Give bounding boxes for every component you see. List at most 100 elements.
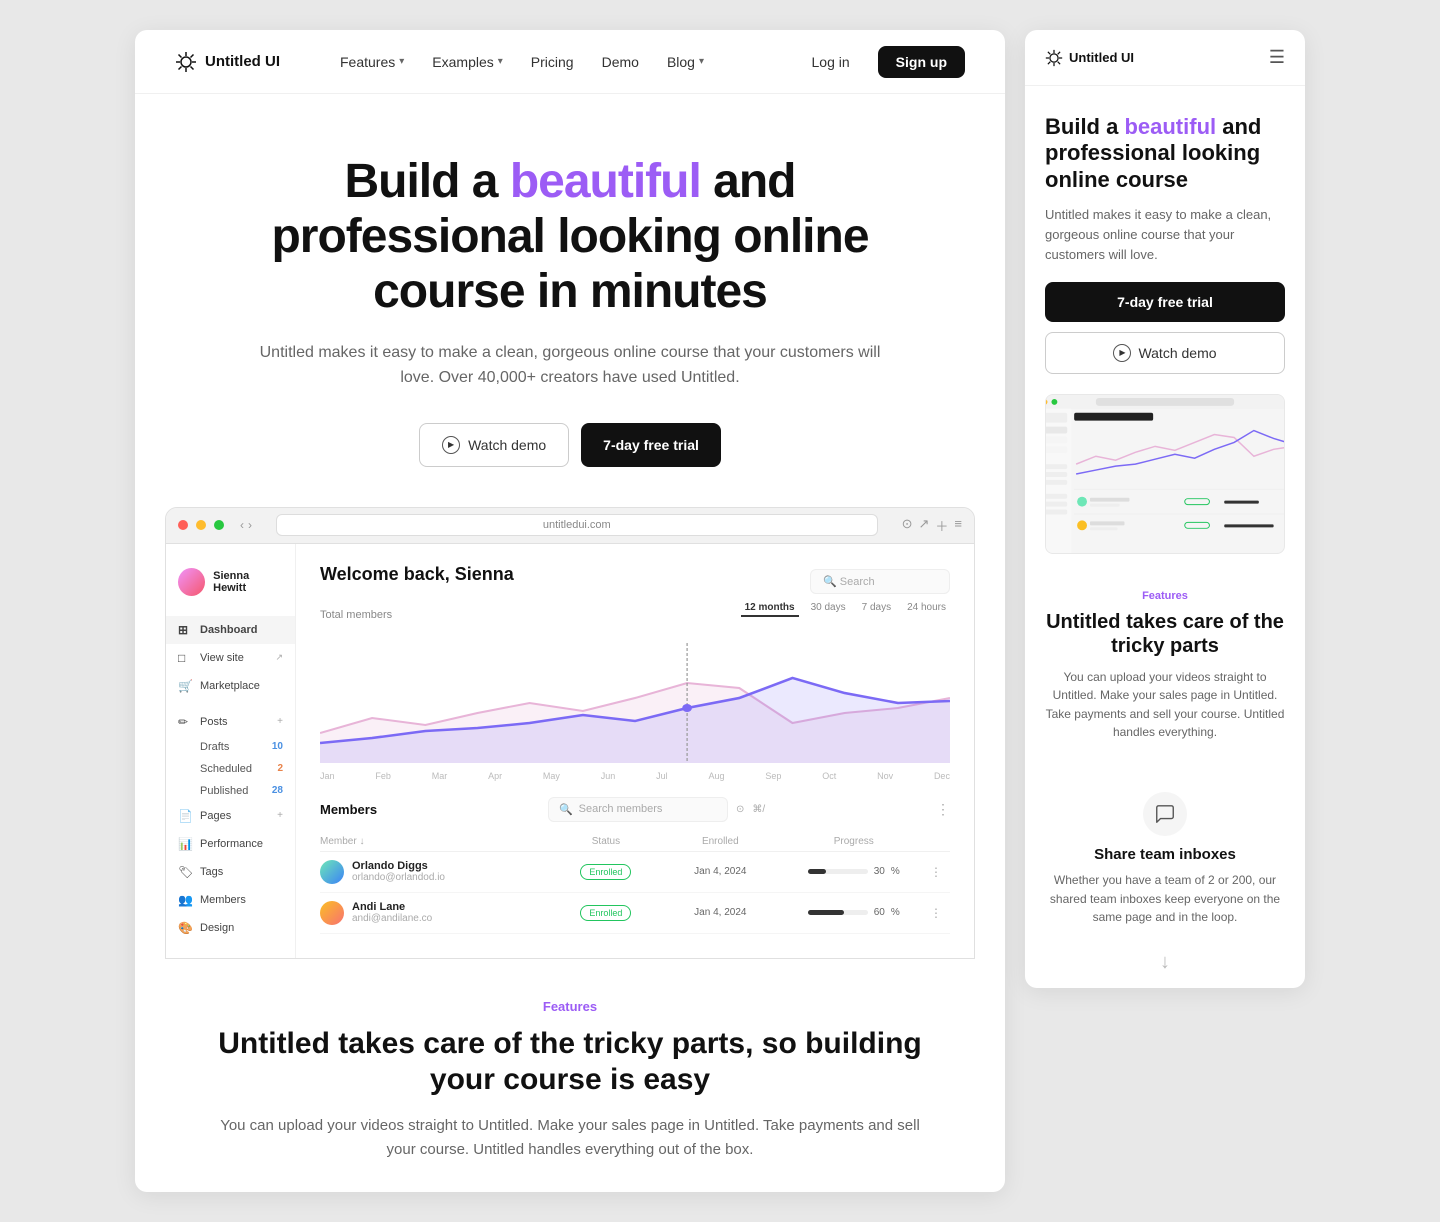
sidebar-item-members[interactable]: 👥 Members [166,886,295,914]
chart-area [320,643,950,763]
col-header-status: Status [549,836,663,847]
col-header-enrolled: Enrolled [663,836,777,847]
sidebar-item-posts[interactable]: ✏ Posts + [166,708,295,736]
filter-24hours[interactable]: 24 hours [903,600,950,617]
sidebar-item-pages[interactable]: 📄 Pages + [166,802,295,830]
rp-logo-icon [1045,49,1063,67]
login-button[interactable]: Log in [794,46,868,78]
nav-pricing[interactable]: Pricing [531,54,574,70]
nav-features[interactable]: Features ▾ [340,54,404,70]
rp-navbar: Untitled UI ☰ [1025,30,1305,86]
member-status-2: Enrolled [549,905,663,921]
col-header-member: Member ↓ [320,836,549,847]
row-options-1[interactable]: ⋮ [930,865,950,879]
sidebar-item-performance[interactable]: 📊 Performance [166,830,295,858]
member-progress-1: 30% [778,866,931,877]
nav-examples[interactable]: Examples ▾ [432,54,503,70]
table-row: Orlando Diggs orlando@orlandod.io Enroll… [320,852,950,893]
sidebar-item-dashboard[interactable]: ⊞ Dashboard [166,616,295,644]
sidebar-child-published[interactable]: Published 28 [166,780,295,802]
navbar: Untitled UI Features ▾ Examples ▾ Pricin… [135,30,1005,94]
dashboard-content: Sienna Hewitt ⊞ Dashboard □ View site ↗ … [166,544,974,958]
features-title: Untitled takes care of the tricky parts,… [215,1026,925,1098]
share-inbox-desc: Whether you have a team of 2 or 200, our… [1045,871,1285,927]
member-info-2: Andi Lane andi@andilane.co [320,901,549,925]
rp-mockup-svg [1046,395,1284,553]
rp-hero-title: Build a beautiful and professional looki… [1045,114,1285,193]
rp-features-title: Untitled takes care of the tricky parts [1045,610,1285,658]
right-panel: Untitled UI ☰ Build a beautiful and prof… [1025,30,1305,988]
browser-bar: ‹› untitledui.com ⊙↗＋≡ [166,508,974,544]
time-filters: 12 months 30 days 7 days 24 hours [741,600,950,617]
sidebar-user: Sienna Hewitt [166,560,295,604]
browser-dot-yellow [196,520,206,530]
dashboard-mockup: ‹› untitledui.com ⊙↗＋≡ Sienna Hewitt ⊞ D… [165,507,975,959]
sidebar-item-tags[interactable]: 🏷 Tags [166,858,295,886]
members-icon: 👥 [178,893,192,907]
rp-mockup [1045,394,1285,554]
rp-watch-button[interactable]: ▶ Watch demo [1045,332,1285,374]
rp-brand-name: Untitled UI [1069,50,1134,65]
hero-title: Build a beautiful and professional looki… [255,154,885,320]
browser-dot-red [178,520,188,530]
watch-demo-button[interactable]: ▶ Watch demo [419,423,569,467]
rp-trial-button[interactable]: 7-day free trial [1045,282,1285,322]
dashboard-icon: ⊞ [178,623,192,637]
row-options-2[interactable]: ⋮ [930,906,950,920]
sidebar-item-design[interactable]: 🎨 Design [166,914,295,942]
rp-hero: Build a beautiful and professional looki… [1025,86,1305,394]
dashboard-search[interactable]: 🔍 Search [810,569,950,594]
members-title: Members [320,802,377,817]
member-progress-2: 60% [778,907,931,918]
logo[interactable]: Untitled UI [175,51,280,73]
search-members[interactable]: 🔍 Search members [548,797,728,822]
member-status-1: Enrolled [549,864,663,880]
performance-icon: 📊 [178,837,192,851]
hamburger-icon[interactable]: ☰ [1269,47,1285,68]
member-email-1: orlando@orlandod.io [352,872,445,883]
filter-30days[interactable]: 30 days [807,600,850,617]
chart-svg [320,643,950,763]
member-name-2: Andi Lane [352,901,432,913]
sidebar-child-drafts[interactable]: Drafts 10 [166,736,295,758]
sidebar-posts-section: ✏ Posts + Drafts 10 Scheduled 2 Publishe… [166,708,295,802]
more-options-icon[interactable]: ⋮ [936,801,950,818]
member-email-2: andi@andilane.co [352,913,432,924]
sidebar-child-scheduled[interactable]: Scheduled 2 [166,758,295,780]
share-inbox-title: Share team inboxes [1045,846,1285,863]
design-icon: 🎨 [178,921,192,935]
tags-icon: 🏷 [178,865,192,879]
rp-logo: Untitled UI [1045,49,1134,67]
rp-features-section: Features Untitled takes care of the tric… [1025,574,1305,782]
posts-icon: ✏ [178,715,192,729]
sidebar-item-marketplace[interactable]: 🛒 Marketplace [166,672,295,700]
filter-icon[interactable]: ⊙ [736,804,744,815]
nav-links: Features ▾ Examples ▾ Pricing Demo Blog … [340,54,704,70]
dashboard-main: Welcome back, Sienna 🔍 Search Total memb… [296,544,974,958]
trial-button[interactable]: 7-day free trial [581,423,721,467]
logo-icon [175,51,197,73]
filter-7days[interactable]: 7 days [858,600,895,617]
member-enrolled-1: Jan 4, 2024 [663,866,777,877]
features-desc: You can upload your videos straight to U… [215,1114,925,1162]
hero-actions: ▶ Watch demo 7-day free trial [255,423,885,467]
member-avatar-2 [320,901,344,925]
share-inbox-section: Share team inboxes Whether you have a te… [1025,782,1305,937]
col-header-progress: Progress [778,836,931,847]
scroll-indicator: ↓ [1025,937,1305,988]
table-row: Andi Lane andi@andilane.co Enrolled Jan … [320,893,950,934]
welcome-title: Welcome back, Sienna [320,564,514,585]
hero-subtitle: Untitled makes it easy to make a clean, … [255,340,885,391]
sidebar: Sienna Hewitt ⊞ Dashboard □ View site ↗ … [166,544,296,958]
members-header: Members 🔍 Search members ⊙ ⌘/ ⋮ [320,797,950,822]
brand-name: Untitled UI [205,53,280,70]
hero-section: Build a beautiful and professional looki… [135,94,1005,507]
rp-features-desc: You can upload your videos straight to U… [1045,668,1285,742]
total-members-label: Total members [320,609,392,621]
sidebar-item-viewsite[interactable]: □ View site ↗ [166,644,295,672]
keyboard-icon: ⌘/ [752,804,765,815]
nav-blog[interactable]: Blog ▾ [667,54,704,70]
filter-12months[interactable]: 12 months [741,600,799,617]
nav-demo[interactable]: Demo [602,54,639,70]
signup-button[interactable]: Sign up [878,46,965,78]
